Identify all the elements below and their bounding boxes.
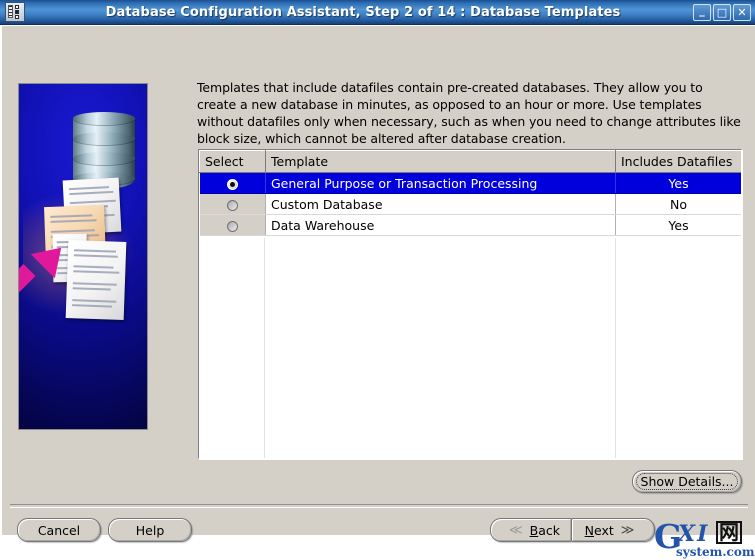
watermark-cn: 网 [716, 521, 742, 544]
footer-separator [10, 504, 748, 508]
minimize-icon: _ [699, 3, 705, 17]
cancel-button[interactable]: Cancel [17, 518, 101, 542]
table-empty-area [199, 238, 741, 458]
watermark-letter: G [654, 517, 683, 556]
instruction-text: Templates that include datafiles contain… [197, 80, 741, 146]
row-includes-datafiles: Yes [615, 214, 741, 236]
radio-button[interactable] [226, 220, 238, 232]
show-details-button[interactable]: Show Details... [632, 470, 742, 493]
column-header-select[interactable]: Select [199, 150, 266, 173]
watermark-domain: system.com [676, 545, 755, 559]
next-label: Next [584, 522, 614, 538]
row-template-name: General Purpose or Transaction Processin… [265, 172, 616, 194]
help-button[interactable]: Help [108, 518, 192, 542]
row-includes-datafiles: Yes [615, 172, 741, 194]
back-label: Back [529, 522, 560, 538]
row-select-cell[interactable] [199, 172, 266, 194]
cancel-label: Cancel [37, 522, 81, 538]
maximize-icon: □ [716, 5, 728, 19]
application-window: Database Configuration Assistant, Step 2… [0, 0, 755, 559]
client-area: Templates that include datafiles contain… [0, 25, 755, 559]
row-select-cell[interactable] [199, 193, 266, 215]
show-details-label: Show Details... [640, 474, 734, 489]
window-controls: _ □ ✕ [693, 3, 751, 21]
title-bar: Database Configuration Assistant, Step 2… [0, 0, 755, 25]
table-row[interactable]: Custom Database No [199, 193, 741, 215]
wizard-illustration [18, 83, 148, 430]
row-select-cell[interactable] [199, 214, 266, 236]
document-page-icon [65, 240, 127, 320]
templates-table[interactable]: Select Template Includes Datafiles Gener… [198, 149, 742, 459]
help-label: Help [135, 522, 165, 538]
window-title: Database Configuration Assistant, Step 2… [105, 4, 621, 20]
column-header-includes-datafiles[interactable]: Includes Datafiles [615, 150, 741, 173]
app-icon [5, 2, 25, 22]
table-row[interactable]: General Purpose or Transaction Processin… [199, 172, 741, 194]
watermark: G XI 网 system.com [654, 517, 755, 560]
watermark-mid: XI [678, 521, 710, 547]
back-button[interactable]: ≪ Back [490, 518, 572, 542]
row-template-name: Custom Database [265, 193, 616, 215]
next-button[interactable]: Next ≫ [571, 518, 655, 542]
row-includes-datafiles: No [615, 193, 741, 215]
table-row[interactable]: Data Warehouse Yes [199, 214, 741, 236]
maximize-button[interactable]: □ [713, 3, 731, 21]
table-header-row: Select Template Includes Datafiles [199, 150, 741, 173]
radio-button[interactable] [226, 199, 238, 211]
minimize-button[interactable]: _ [693, 3, 711, 21]
row-template-name: Data Warehouse [265, 214, 616, 236]
close-button[interactable]: ✕ [733, 3, 751, 21]
column-header-template[interactable]: Template [265, 150, 616, 173]
close-icon: ✕ [737, 5, 747, 19]
navigation-button-group: ≪ Back Next ≫ [490, 518, 656, 542]
radio-button-selected[interactable] [226, 178, 238, 190]
